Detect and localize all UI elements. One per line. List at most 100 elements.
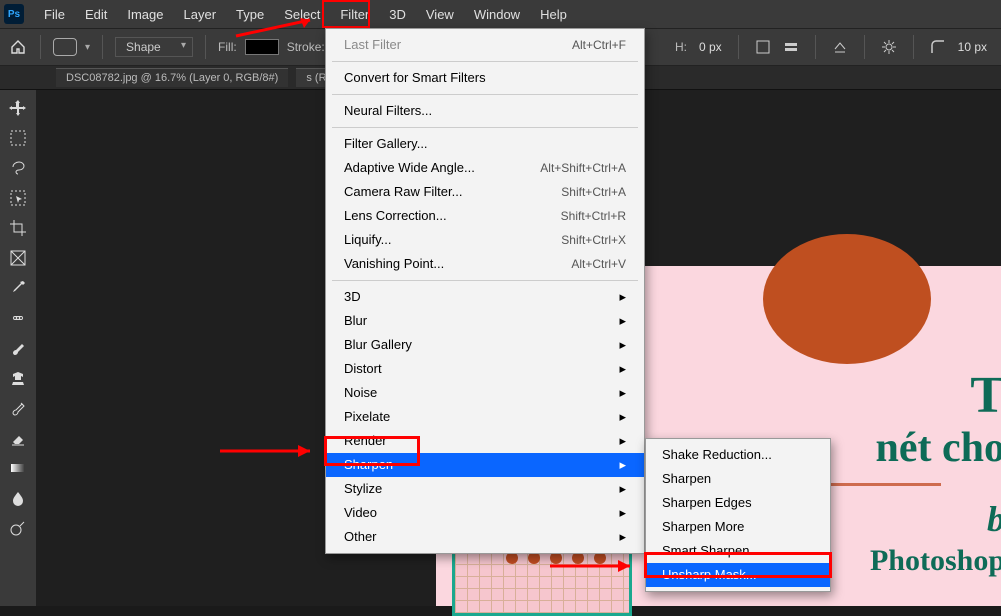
menu-sharpen-submenu[interactable]: Sharpen [326, 453, 644, 477]
menu-help[interactable]: Help [530, 3, 577, 26]
shape-preview-icon[interactable] [53, 38, 77, 56]
menu-item-label: Pixelate [344, 408, 390, 426]
gear-icon[interactable] [881, 39, 897, 55]
menu-item-label: Liquify... [344, 231, 391, 249]
menu-convert-smart-filters[interactable]: Convert for Smart Filters [326, 66, 644, 90]
menu-item-label: Lens Correction... [344, 207, 447, 225]
menu-lens-correction[interactable]: Lens Correction... Shift+Ctrl+R [326, 204, 644, 228]
clone-stamp-tool[interactable] [4, 364, 32, 392]
align-icon[interactable] [783, 39, 799, 55]
crop-tool[interactable] [4, 214, 32, 242]
menu-adaptive-wide-angle[interactable]: Adaptive Wide Angle... Alt+Shift+Ctrl+A [326, 156, 644, 180]
height-value[interactable]: 0 px [699, 40, 722, 54]
menu-distort-submenu[interactable]: Distort [326, 357, 644, 381]
submenu-smart-sharpen[interactable]: Smart Sharpen... [646, 539, 830, 563]
shape-caret-icon[interactable]: ▾ [85, 42, 90, 53]
filter-menu-dropdown: Last Filter Alt+Ctrl+F Convert for Smart… [325, 28, 645, 554]
menu-item-shortcut: Alt+Ctrl+F [572, 36, 626, 54]
blur-tool[interactable] [4, 484, 32, 512]
corner-radius-icon[interactable] [930, 39, 946, 55]
menu-item-label: Noise [344, 384, 377, 402]
menu-item-label: 3D [344, 288, 361, 306]
corner-radius-value[interactable]: 10 px [958, 40, 987, 54]
menu-item-label: Distort [344, 360, 382, 378]
menu-edit[interactable]: Edit [75, 3, 117, 26]
menu-view[interactable]: View [416, 3, 464, 26]
menu-camera-raw-filter[interactable]: Camera Raw Filter... Shift+Ctrl+A [326, 180, 644, 204]
menu-item-label: Convert for Smart Filters [344, 69, 486, 87]
submenu-sharpen-edges[interactable]: Sharpen Edges [646, 491, 830, 515]
menu-noise-submenu[interactable]: Noise [326, 381, 644, 405]
menu-item-label: Camera Raw Filter... [344, 183, 462, 201]
menu-item-shortcut: Shift+Ctrl+A [561, 183, 626, 201]
menu-pixelate-submenu[interactable]: Pixelate [326, 405, 644, 429]
menu-other-submenu[interactable]: Other [326, 525, 644, 549]
menu-file[interactable]: File [34, 3, 75, 26]
menu-video-submenu[interactable]: Video [326, 501, 644, 525]
submenu-shake-reduction[interactable]: Shake Reduction... [646, 443, 830, 467]
arrange-icon[interactable] [832, 39, 848, 55]
shape-mode-dropdown[interactable]: Shape [115, 37, 193, 57]
submenu-unsharp-mask[interactable]: Unsharp Mask... [646, 563, 830, 587]
menu-item-label: Other [344, 528, 377, 546]
menu-vanishing-point[interactable]: Vanishing Point... Alt+Ctrl+V [326, 252, 644, 276]
eraser-tool[interactable] [4, 424, 32, 452]
menu-item-shortcut: Alt+Shift+Ctrl+A [540, 159, 626, 177]
menu-type[interactable]: Type [226, 3, 274, 26]
menu-stylize-submenu[interactable]: Stylize [326, 477, 644, 501]
lasso-tool[interactable] [4, 154, 32, 182]
menu-image[interactable]: Image [117, 3, 173, 26]
fill-swatch[interactable] [245, 39, 279, 55]
menu-separator [332, 94, 638, 95]
canvas-text: T [970, 366, 1001, 425]
gradient-tool[interactable] [4, 454, 32, 482]
tool-bar [0, 90, 36, 606]
menu-separator [332, 61, 638, 62]
canvas-text: b [987, 498, 1001, 540]
menu-item-label: Neural Filters... [344, 102, 432, 120]
canvas-shape-circle [763, 234, 931, 364]
object-selection-tool[interactable] [4, 184, 32, 212]
document-tab[interactable]: DSC08782.jpg @ 16.7% (Layer 0, RGB/8#) [56, 68, 288, 87]
submenu-sharpen-more[interactable]: Sharpen More [646, 515, 830, 539]
menu-item-label: Render [344, 432, 387, 450]
menu-filter[interactable]: Filter [330, 3, 379, 26]
stroke-label: Stroke: [287, 40, 325, 54]
menu-item-label: Filter Gallery... [344, 135, 428, 153]
fill-label: Fill: [218, 40, 237, 54]
eyedropper-tool[interactable] [4, 274, 32, 302]
menu-item-shortcut: Shift+Ctrl+X [561, 231, 626, 249]
menu-window[interactable]: Window [464, 3, 530, 26]
menu-item-label: Vanishing Point... [344, 255, 444, 273]
menu-3d-submenu[interactable]: 3D [326, 285, 644, 309]
move-tool[interactable] [4, 94, 32, 122]
menu-item-label: Stylize [344, 480, 382, 498]
submenu-sharpen[interactable]: Sharpen [646, 467, 830, 491]
menu-item-label: Last Filter [344, 36, 401, 54]
menu-layer[interactable]: Layer [174, 3, 227, 26]
menu-neural-filters[interactable]: Neural Filters... [326, 99, 644, 123]
menu-select[interactable]: Select [274, 3, 330, 26]
menu-item-label: Blur [344, 312, 367, 330]
divider [815, 35, 816, 59]
healing-tool[interactable] [4, 304, 32, 332]
menu-3d[interactable]: 3D [379, 3, 416, 26]
dodge-tool[interactable] [4, 514, 32, 542]
menu-bar: Ps File Edit Image Layer Type Select Fil… [0, 0, 1001, 28]
path-ops-icon[interactable] [755, 39, 771, 55]
menu-filter-gallery[interactable]: Filter Gallery... [326, 132, 644, 156]
home-icon[interactable] [8, 37, 28, 57]
menu-render-submenu[interactable]: Render [326, 429, 644, 453]
menu-liquify[interactable]: Liquify... Shift+Ctrl+X [326, 228, 644, 252]
canvas-text: nét cho [876, 424, 1001, 472]
menu-blur-submenu[interactable]: Blur [326, 309, 644, 333]
frame-tool[interactable] [4, 244, 32, 272]
menu-item-label: Sharpen [344, 456, 393, 474]
divider [913, 35, 914, 59]
history-brush-tool[interactable] [4, 394, 32, 422]
brush-tool[interactable] [4, 334, 32, 362]
divider [864, 35, 865, 59]
marquee-tool[interactable] [4, 124, 32, 152]
menu-blur-gallery-submenu[interactable]: Blur Gallery [326, 333, 644, 357]
divider [102, 35, 103, 59]
